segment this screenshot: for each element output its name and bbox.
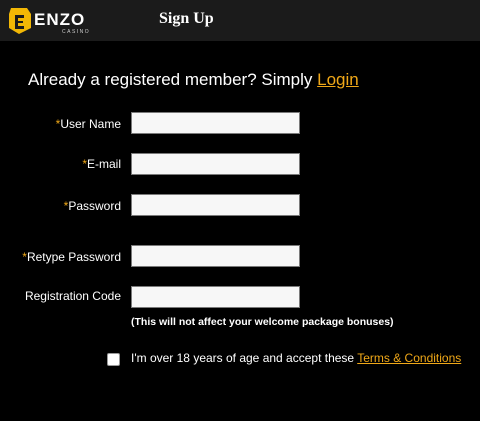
username-input[interactable] <box>131 112 300 134</box>
retype-password-input[interactable] <box>131 245 300 267</box>
logo-subtext: CASINO <box>62 29 90 35</box>
top-bar: ENZO CASINO Sign Up <box>0 0 480 41</box>
registration-code-input[interactable] <box>131 286 300 308</box>
age-terms-label: I'm over 18 years of age and accept thes… <box>131 351 461 365</box>
username-label-text: User Name <box>60 117 121 131</box>
retype-password-label: *Retype Password <box>22 250 121 264</box>
password-input[interactable] <box>131 194 300 216</box>
login-link[interactable]: Login <box>317 70 359 89</box>
registration-code-note: (This will not affect your welcome packa… <box>131 316 394 328</box>
login-prompt: Already a registered member? Simply Logi… <box>28 70 359 90</box>
email-input[interactable] <box>131 153 300 175</box>
registration-code-label: Registration Code <box>25 289 121 303</box>
age-terms-checkbox[interactable] <box>107 353 120 366</box>
login-prompt-text: Already a registered member? Simply <box>28 70 318 89</box>
email-label-text: E-mail <box>86 157 121 171</box>
logo-text: ENZO <box>34 10 85 29</box>
page-title: Sign Up <box>159 10 214 27</box>
registration-code-label-text: Registration Code <box>24 289 121 303</box>
retype-password-label-text: Retype Password <box>26 250 121 264</box>
email-label: *E-mail <box>82 157 121 171</box>
username-label: *User Name <box>56 117 121 131</box>
enzo-casino-logo[interactable]: ENZO CASINO <box>8 4 98 36</box>
age-terms-text: I'm over 18 years of age and accept thes… <box>131 351 358 365</box>
terms-link[interactable]: Terms & Conditions <box>357 351 461 365</box>
password-label: *Password <box>64 199 121 213</box>
password-label-text: Password <box>68 199 121 213</box>
